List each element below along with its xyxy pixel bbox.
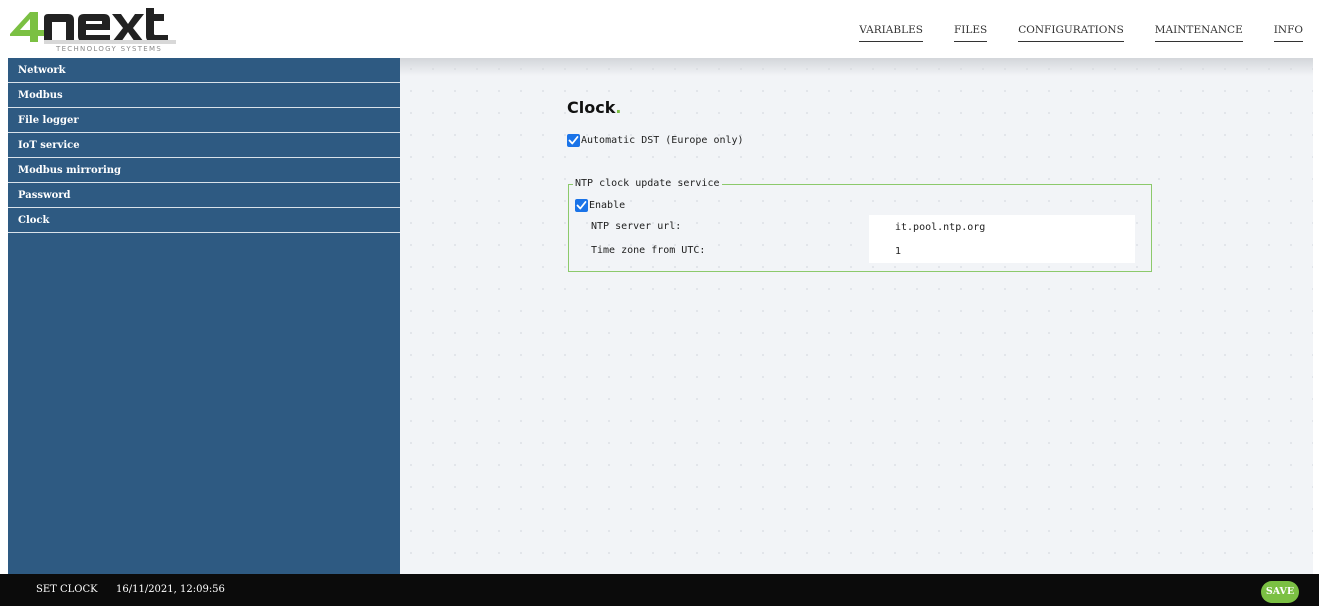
logo-mark-icon xyxy=(10,8,176,44)
ntp-server-row: NTP server url: xyxy=(589,215,1135,239)
ntp-enable-row: Enable xyxy=(575,199,625,212)
top-nav: VARIABLES FILES CONFIGURATIONS MAINTENAN… xyxy=(828,24,1303,42)
sidebar-item-password[interactable]: Password xyxy=(8,183,400,208)
timezone-row: Time zone from UTC: xyxy=(589,239,1135,263)
ntp-enable-label: Enable xyxy=(589,200,626,211)
main-panel: Clock. Automatic DST (Europe only) NTP c… xyxy=(400,58,1313,574)
nav-configurations[interactable]: CONFIGURATIONS xyxy=(1018,24,1124,42)
nav-maintenance[interactable]: MAINTENANCE xyxy=(1154,24,1243,42)
checkmark-icon xyxy=(576,201,587,210)
checkmark-icon xyxy=(568,136,579,145)
dst-label: Automatic DST (Europe only) xyxy=(581,135,744,146)
sidebar-item-modbus-mirroring[interactable]: Modbus mirroring xyxy=(8,158,400,183)
dst-checkbox[interactable] xyxy=(567,134,580,147)
ntp-enable-checkbox[interactable] xyxy=(575,199,588,212)
set-clock-button[interactable]: SET CLOCK xyxy=(36,584,98,595)
nav-variables[interactable]: VARIABLES xyxy=(859,24,923,42)
nav-info[interactable]: INFO xyxy=(1273,24,1303,42)
brand-tagline: TECHNOLOGY SYSTEMS xyxy=(56,45,163,53)
sidebar-item-clock[interactable]: Clock xyxy=(8,208,400,233)
ntp-legend: NTP clock update service xyxy=(573,178,722,189)
ntp-fieldset: NTP clock update service Enable NTP serv… xyxy=(568,178,1152,272)
main-top-shadow xyxy=(400,58,1313,76)
save-button[interactable]: SAVE xyxy=(1261,581,1299,603)
page-title: Clock. xyxy=(567,98,621,117)
sidebar-item-network[interactable]: Network xyxy=(8,58,400,83)
brand-logo: TECHNOLOGY SYSTEMS xyxy=(8,4,198,56)
page-title-dot: . xyxy=(615,98,622,117)
dst-row: Automatic DST (Europe only) xyxy=(567,134,744,147)
ntp-server-label: NTP server url: xyxy=(591,221,682,232)
nav-files[interactable]: FILES xyxy=(953,24,988,42)
ntp-server-input[interactable] xyxy=(869,215,1135,239)
sidebar-item-iot-service[interactable]: IoT service xyxy=(8,133,400,158)
clock-value: 16/11/2021, 12:09:56 xyxy=(116,584,225,595)
sidebar-item-file-logger[interactable]: File logger xyxy=(8,108,400,133)
sidebar-item-modbus[interactable]: Modbus xyxy=(8,83,400,108)
page-title-text: Clock xyxy=(567,98,616,117)
sidebar: Network Modbus File logger IoT service M… xyxy=(8,58,400,574)
footer-bar: SET CLOCK 16/11/2021, 12:09:56 SAVE xyxy=(0,574,1319,606)
timezone-input[interactable] xyxy=(869,239,1135,263)
timezone-label: Time zone from UTC: xyxy=(591,245,706,256)
header: TECHNOLOGY SYSTEMS VARIABLES FILES CONFI… xyxy=(0,0,1319,58)
